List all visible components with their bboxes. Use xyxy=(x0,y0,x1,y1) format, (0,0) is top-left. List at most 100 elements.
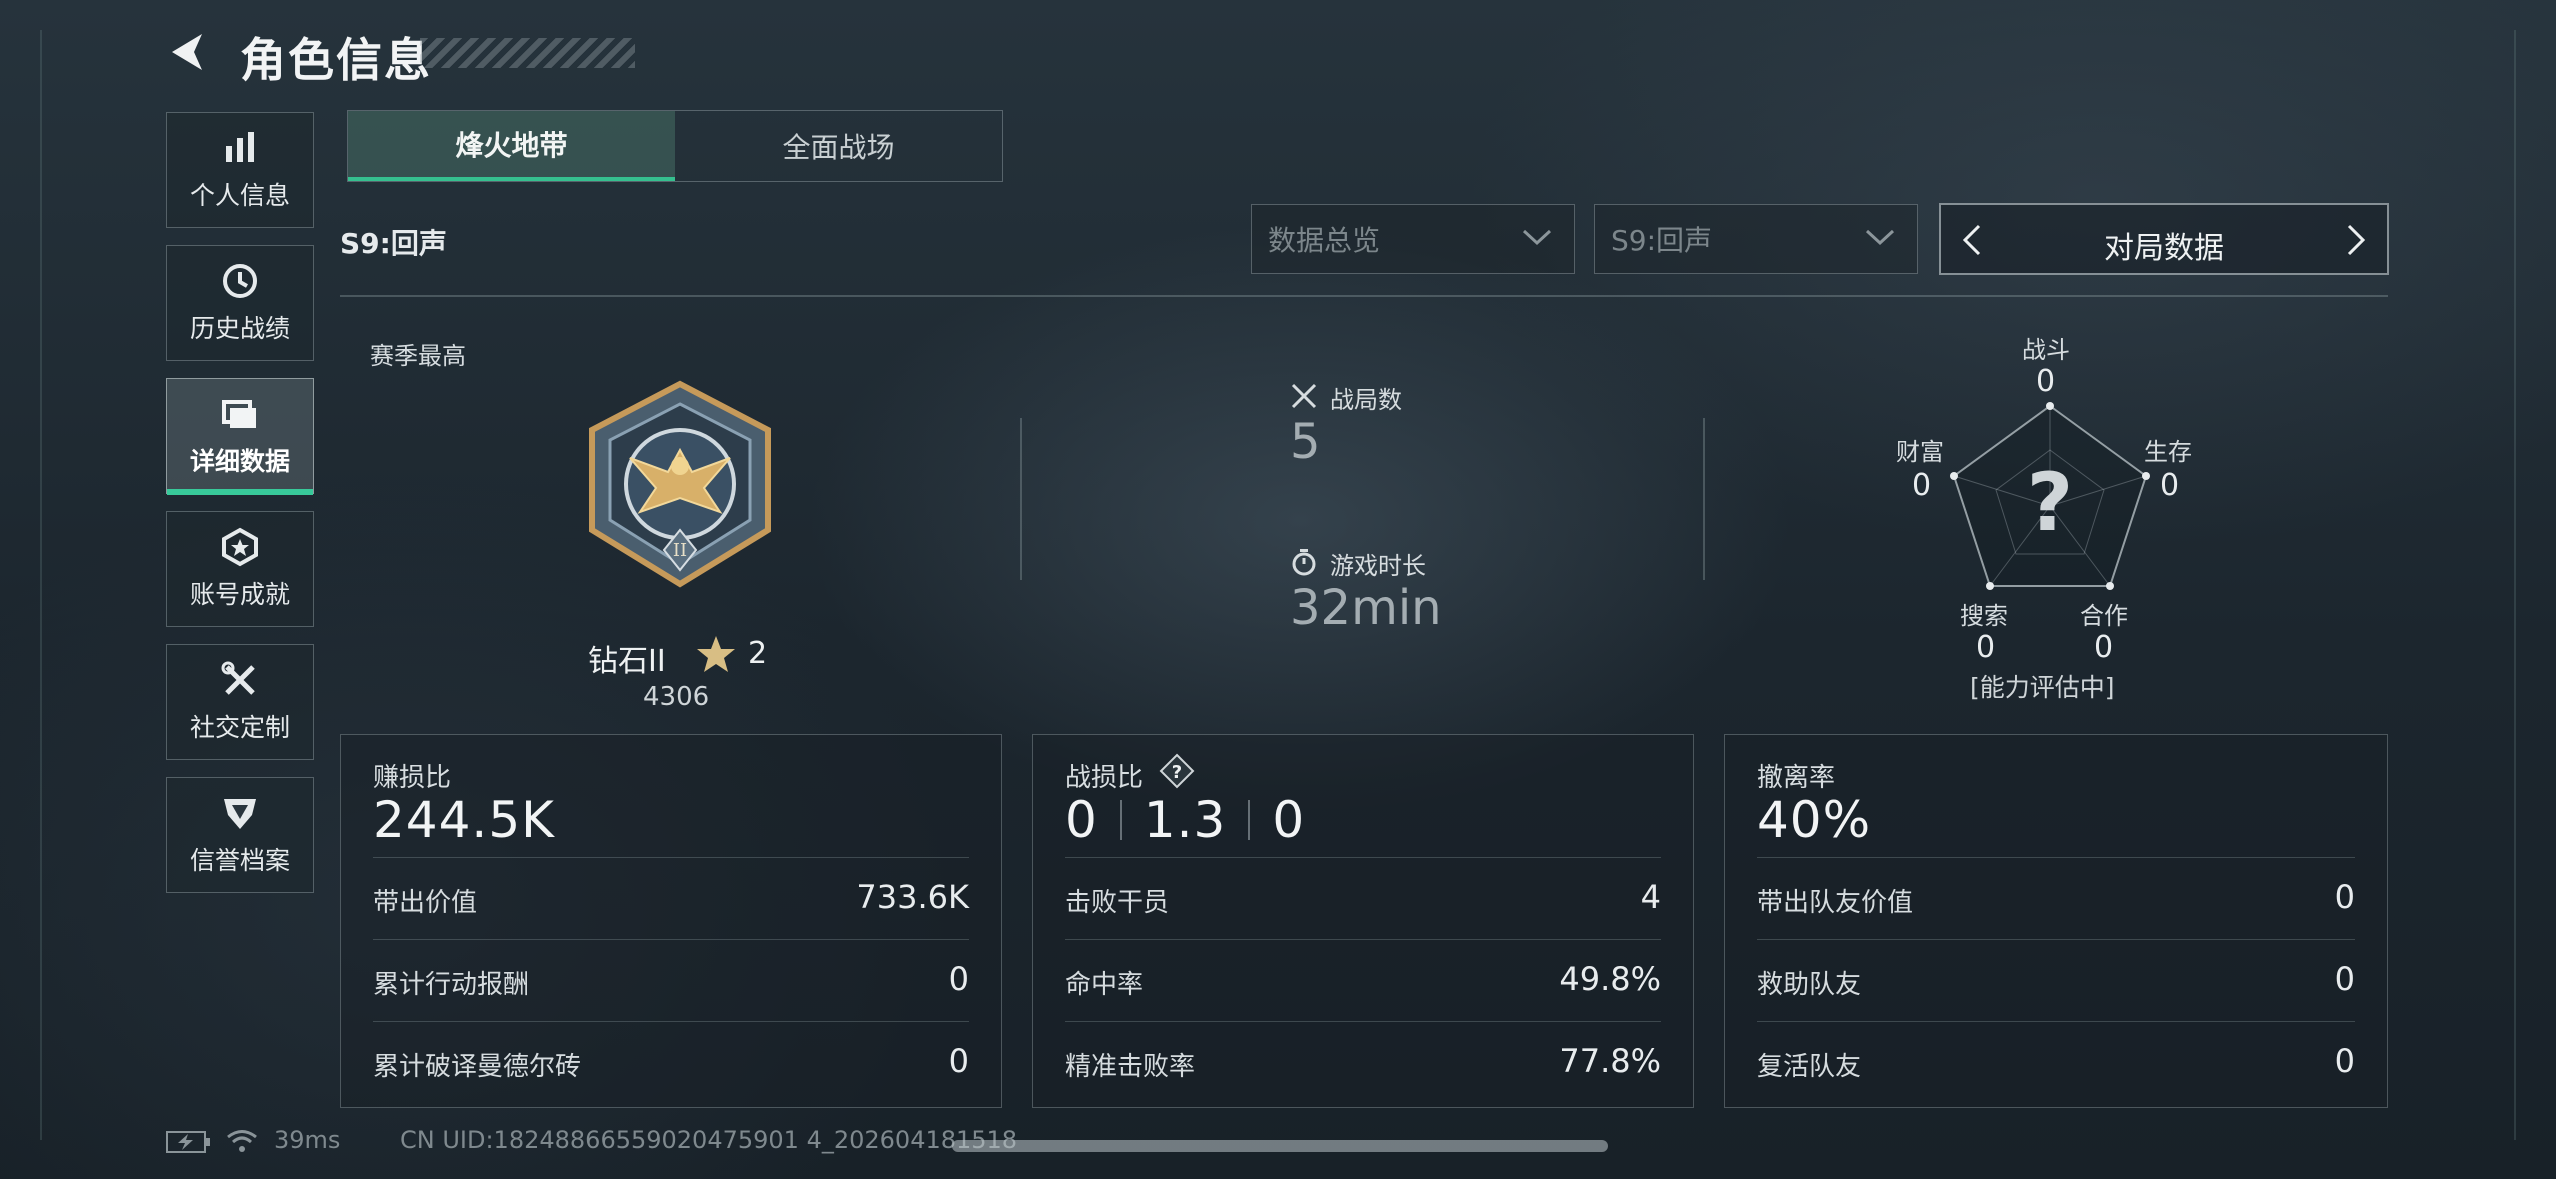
stat-row: 精准击败率 77.8% xyxy=(1065,1021,1661,1104)
matches-label: 战局数 xyxy=(1330,386,1402,414)
sidebar-item-label: 信誉档案 xyxy=(189,846,290,875)
season-label: S9:回声 xyxy=(340,227,447,260)
tab-fire-zone[interactable]: 烽火地带 xyxy=(348,111,675,181)
sidebar-item-social[interactable]: 社交定制 xyxy=(166,644,314,760)
star-icon xyxy=(697,636,735,672)
back-arrow-icon[interactable] xyxy=(166,30,210,74)
matches-value: 5 xyxy=(1290,414,1321,470)
stat-row: 击败干员 4 xyxy=(1065,857,1661,940)
stat-label: 累计破译曼德尔砖 xyxy=(373,1052,582,1082)
tools-icon xyxy=(221,661,255,695)
stat-row: 救助队友 0 xyxy=(1757,939,2355,1022)
help-mark: ? xyxy=(1172,762,1182,783)
shield-wing-icon xyxy=(224,799,256,829)
view-selector-label: 对局数据 xyxy=(2104,231,2224,266)
chevron-down-icon xyxy=(1522,229,1552,246)
stat-label: 带出价值 xyxy=(373,888,478,918)
dropdown-value: 数据总览 xyxy=(1268,224,1381,257)
chevron-right-icon[interactable] xyxy=(2339,223,2373,257)
stat-label: 击败干员 xyxy=(1065,888,1170,918)
radar-label-survival: 生存 xyxy=(2144,438,2192,466)
stat-value: 49.8% xyxy=(1559,960,1661,998)
emblem-numeral: II xyxy=(673,540,687,561)
section-divider xyxy=(1020,418,1022,580)
stat-label: 精准击败率 xyxy=(1065,1052,1196,1082)
sidebar-item-label: 历史战绩 xyxy=(189,314,290,343)
sidebar-item-detailed-data[interactable]: 详细数据 xyxy=(166,378,314,495)
value-separator xyxy=(1119,800,1122,840)
chevron-down-icon xyxy=(1865,229,1895,246)
season-dropdown[interactable]: S9:回声 xyxy=(1594,204,1918,274)
stat-value: 0 xyxy=(2334,878,2355,916)
crossed-swords-icon xyxy=(1291,383,1317,409)
rank-name: 钻石II xyxy=(588,644,666,679)
page-title: 角色信息 xyxy=(240,33,432,87)
achievement-badge-icon xyxy=(222,527,258,567)
stat-value: 0 xyxy=(948,960,969,998)
card-title: 撤离率 xyxy=(1757,763,1836,793)
stat-value: 0 xyxy=(2334,960,2355,998)
wifi-icon xyxy=(227,1130,257,1152)
stat-label: 累计行动报酬 xyxy=(373,970,530,1000)
radar-question-mark: ? xyxy=(2027,456,2073,549)
playtime-value: 32min xyxy=(1290,580,1442,636)
stat-label: 复活队友 xyxy=(1757,1052,1862,1082)
active-indicator xyxy=(167,489,313,495)
card-value: 40% xyxy=(1757,791,1872,849)
overview-dropdown[interactable]: 数据总览 xyxy=(1251,204,1575,274)
stat-label: 救助队友 xyxy=(1757,970,1862,1000)
season-best-label: 赛季最高 xyxy=(370,342,466,370)
header-divider xyxy=(340,295,2388,297)
card-value: 244.5K xyxy=(373,791,555,849)
view-selector: 对局数据 xyxy=(1939,203,2389,275)
sidebar-item-credit[interactable]: 信誉档案 xyxy=(166,777,314,893)
value-separator xyxy=(1248,800,1251,840)
stat-value: 0 xyxy=(2334,1042,2355,1080)
radar-value-search: 0 xyxy=(1976,630,1996,665)
combat-ratio-value: 1.3 xyxy=(1143,791,1227,849)
radar-value-survival: 0 xyxy=(2160,468,2180,503)
home-indicator[interactable] xyxy=(952,1140,1608,1152)
card-title: 赚损比 xyxy=(373,763,452,793)
uid-text: CN UID:18248866559020475901 4_2026041815… xyxy=(400,1126,1018,1154)
combat-ratio-value: 0 xyxy=(1065,791,1098,849)
stat-row: 累计行动报酬 0 xyxy=(373,939,969,1022)
radar-label-search: 搜索 xyxy=(1960,602,2008,630)
stat-row: 命中率 49.8% xyxy=(1065,939,1661,1022)
stat-value: 0 xyxy=(948,1042,969,1080)
frame-line-right xyxy=(2514,30,2516,1140)
radar-value-wealth: 0 xyxy=(1912,468,1932,503)
rank-stars: 2 xyxy=(748,636,768,671)
section-divider xyxy=(1703,418,1705,580)
sidebar-item-label: 个人信息 xyxy=(189,181,290,210)
title-decoration xyxy=(420,38,635,68)
ability-radar-chart: ? xyxy=(1950,402,2150,590)
rank-score: 4306 xyxy=(643,682,710,712)
stat-row: 带出队友价值 0 xyxy=(1757,857,2355,940)
combat-ratio-value: 0 xyxy=(1272,791,1306,849)
sidebar-item-label: 详细数据 xyxy=(189,447,290,476)
sidebar-item-personal-info[interactable]: 个人信息 xyxy=(166,112,314,228)
stat-label: 带出队友价值 xyxy=(1757,888,1914,918)
frame-line-left xyxy=(40,30,42,1140)
sidebar-item-history[interactable]: 历史战绩 xyxy=(166,245,314,361)
profit-card: 赚损比 244.5K 带出价值 733.6K 累计行动报酬 0 累计破译曼德尔砖… xyxy=(340,734,1002,1108)
mode-tabs: 烽火地带 全面战场 xyxy=(347,110,1003,182)
radar-label-wealth: 财富 xyxy=(1896,438,1944,466)
rank-emblem: II xyxy=(589,380,771,588)
extract-card: 撤离率 40% 带出队友价值 0 救助队友 0 复活队友 0 xyxy=(1724,734,2388,1108)
help-icon[interactable]: ? xyxy=(1159,753,1195,789)
sidebar-item-label: 账号成就 xyxy=(189,580,290,609)
stopwatch-icon xyxy=(1292,549,1316,576)
stat-label: 命中率 xyxy=(1065,970,1144,1000)
stat-row: 带出价值 733.6K xyxy=(373,857,969,940)
ping-text: 39ms xyxy=(274,1126,341,1154)
stat-value: 4 xyxy=(1640,878,1661,916)
tab-full-battlefield[interactable]: 全面战场 xyxy=(675,111,1002,181)
battery-charging-icon xyxy=(166,1131,210,1153)
history-clock-icon xyxy=(223,264,257,298)
sidebar-item-achievements[interactable]: 账号成就 xyxy=(166,511,314,627)
stat-value: 77.8% xyxy=(1559,1042,1661,1080)
stat-value: 733.6K xyxy=(856,878,969,916)
radar-label-cooperation: 合作 xyxy=(2080,602,2128,630)
